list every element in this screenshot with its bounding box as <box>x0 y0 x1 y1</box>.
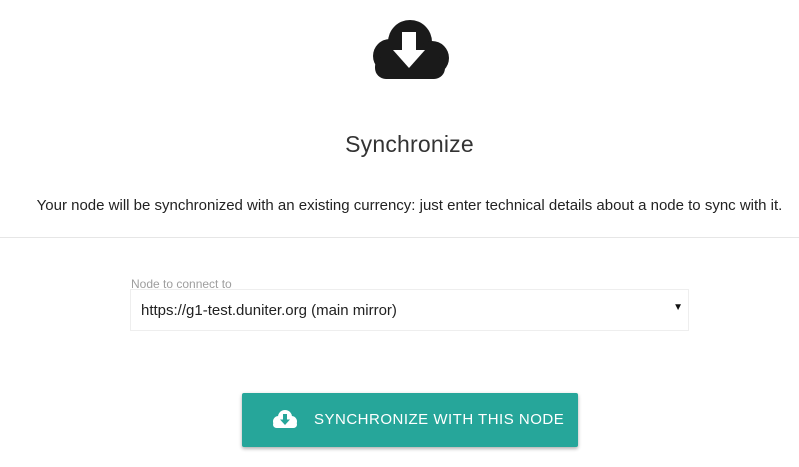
cloud-download-icon <box>272 409 298 429</box>
triangle-down-icon: ▼ <box>673 302 683 313</box>
page-description: Your node will be synchronized with an e… <box>36 197 783 214</box>
synchronize-button[interactable]: SYNCHRONIZE WITH THIS NODE <box>242 393 578 447</box>
page-title: Synchronize <box>345 131 474 157</box>
synchronize-button-label: SYNCHRONIZE WITH THIS NODE <box>314 411 565 428</box>
node-select[interactable]: https://g1-test.duniter.org (main mirror… <box>130 289 689 331</box>
node-select-value: https://g1-test.duniter.org (main mirror… <box>141 302 397 319</box>
section-divider <box>0 237 799 238</box>
cloud-download-icon <box>369 18 451 80</box>
